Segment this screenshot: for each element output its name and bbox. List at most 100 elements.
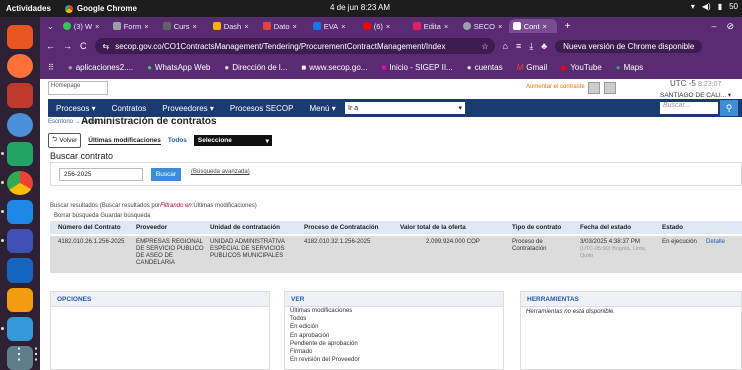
settings-icon[interactable] [7,112,33,137]
app-icon[interactable] [1,229,33,254]
browser-tab[interactable]: SECO × [459,19,507,33]
goto-select[interactable]: Ir a ▾ [345,102,465,114]
options-heading[interactable]: OPCIONES [51,292,269,307]
view-option[interactable]: Últimas modificaciones [290,307,360,315]
user-menu[interactable]: SANTIAGO DE CALI... ▾ [660,91,731,99]
browser-tab-active[interactable]: Cont × [508,19,557,33]
profile-icon[interactable]: ♣ [541,41,547,51]
dock-app-icon[interactable] [7,25,33,50]
mail-icon[interactable] [588,82,600,94]
bookmark-item[interactable]: ● cuentas [467,63,503,72]
browser-tab[interactable]: EVA × [309,19,357,33]
advanced-search-link[interactable]: (Búsqueda avanzada) [191,169,250,175]
download-icon[interactable]: ⤓ [529,41,533,52]
view-option[interactable]: En edición [290,323,360,331]
view-option[interactable]: Todos [290,315,360,323]
stack-icon[interactable] [7,258,33,283]
activities-button[interactable]: Actividades [6,4,51,13]
app-menu[interactable]: Google Chrome [64,4,137,13]
new-version-button[interactable]: Nueva versión de Chrome disponible [555,39,703,53]
save-search-link[interactable]: Guardar búsqueda [100,213,150,219]
contract-number-input[interactable]: 256-2025 [59,168,143,181]
window-icon[interactable]: ⊘ [726,21,734,32]
contrast-link[interactable]: Aumentar el contraste [526,84,585,90]
reload-icon[interactable]: C [80,41,87,51]
view-option[interactable]: En aprobación [290,332,360,340]
extensions-icon[interactable]: ⌂ [503,41,508,51]
nav-procesos[interactable]: Procesos ▾ [48,104,104,113]
view-option[interactable]: Pendiente de aprobación [290,340,360,348]
bookmark-item[interactable]: ▶ YouTube [561,63,602,72]
table-row[interactable]: 4182.010.26.1.256-2025 EMPRESAS REGIONAL… [50,236,742,273]
apps-grid-icon[interactable]: ⠿ [48,63,54,72]
spreadsheet-icon-2[interactable] [7,287,33,312]
omnibox[interactable]: ⇆ secop.gov.co/CO1ContractsManagement/Te… [94,38,495,54]
bookmark-item[interactable]: M Gmail [517,63,548,72]
forward-icon[interactable]: → [63,41,72,51]
browser-tab[interactable]: (6) × [359,19,407,33]
back-arrow-icon: ⮌ [52,136,58,143]
battery-icon: ▮ [717,2,723,11]
notifications-icon[interactable] [604,82,616,94]
files-icon[interactable] [7,83,33,108]
app-name: Google Chrome [76,4,137,13]
browser-tab[interactable]: Edita × [409,19,457,33]
homepage-logo[interactable]: Homepage [48,81,108,95]
search-button[interactable]: Buscar [151,168,181,181]
cell-fecha: 3/03/2025 4:38:37 PM [580,238,640,245]
cell-estado: En ejecución [662,238,697,245]
bookmark-item[interactable]: ● Maps [616,63,643,72]
view-option[interactable]: Firmado [290,348,360,356]
nav-proveedores[interactable]: Proveedores ▾ [154,104,222,113]
back-icon[interactable]: ← [46,41,55,51]
bookmark-item[interactable]: ● Dirección de l... [224,63,287,72]
filter-toolbar: ⮌ Volver Últimas modificaciones Todos Sel… [48,133,272,148]
utc-clock: UTC -5 8:23:07 [670,79,722,88]
tab-search-icon[interactable]: ⌄ [44,22,57,31]
tab-favicon [112,22,121,30]
nav-search-input[interactable]: Buscar... [660,102,718,114]
tools-heading[interactable]: HERRAMIENTAS [521,292,741,307]
bookmark-item[interactable]: ● aplicaciones2.... [68,63,133,72]
view-heading[interactable]: VER [285,292,503,307]
column-header: Tipo de contrato [512,224,562,231]
spreadsheet-icon[interactable] [1,141,33,166]
chrome-dock-icon[interactable] [1,170,33,196]
clear-search-link[interactable]: Borrar búsqueda [54,213,99,219]
bookmarks-bar: ⠿ ● aplicaciones2.... ● WhatsApp Web ● Dire… [40,57,742,77]
view-option[interactable]: En revisión del Proveedor [290,356,360,364]
back-button[interactable]: ⮌ Volver [48,133,82,148]
tab-ultimas-modificaciones[interactable]: Últimas modificaciones [88,137,161,145]
firefox-icon[interactable] [7,54,33,79]
system-tray[interactable]: ▾ ◀) ▮ 50 [691,2,738,11]
screenshot-icon[interactable] [1,316,33,341]
battery-level: 50 [729,2,738,11]
tab-todos[interactable]: Todos [168,137,187,144]
browser-tab[interactable]: Dato × [259,19,307,33]
browser-tab[interactable]: (3) W × [59,19,107,33]
clock[interactable]: 4 de jun 8:23 AM [330,3,390,12]
bookmark-item[interactable]: ■ Inicio - SIGEP II... [381,63,452,72]
cell-tipo: Proceso de Contratación [512,238,547,252]
site-info-icon: ⇆ [102,41,110,51]
bookmark-item[interactable]: ■ www.secop.go... [301,63,367,72]
column-header: Fecha del estado [580,224,632,231]
browser-tab[interactable]: Dash × [209,19,257,33]
cell-valor: 2.099.924.000 COP [426,238,480,245]
bookmark-item[interactable]: ● WhatsApp Web [147,63,210,72]
nav-procesos-secop[interactable]: Procesos SECOP [222,104,302,113]
nav-contratos[interactable]: Contratos [104,104,155,113]
media-icon[interactable]: ≡ [516,41,521,51]
minimize-icon[interactable]: – [711,21,716,32]
browser-tab[interactable]: Curs × [159,19,207,33]
nav-menu[interactable]: Menú ▾ [301,104,343,113]
chevron-down-icon: ▾ [265,137,269,145]
writer-icon[interactable] [1,200,33,225]
status-select[interactable]: Seleccione ▾ [193,135,272,146]
new-tab-button[interactable]: + [559,21,577,32]
search-icon[interactable]: ⚲ [720,100,738,116]
browser-tab[interactable]: Form × [109,19,157,33]
detail-link[interactable]: Detalle [706,238,725,245]
bookmark-star-icon[interactable]: ☆ [481,42,488,51]
options-panel: OPCIONES [50,291,270,370]
